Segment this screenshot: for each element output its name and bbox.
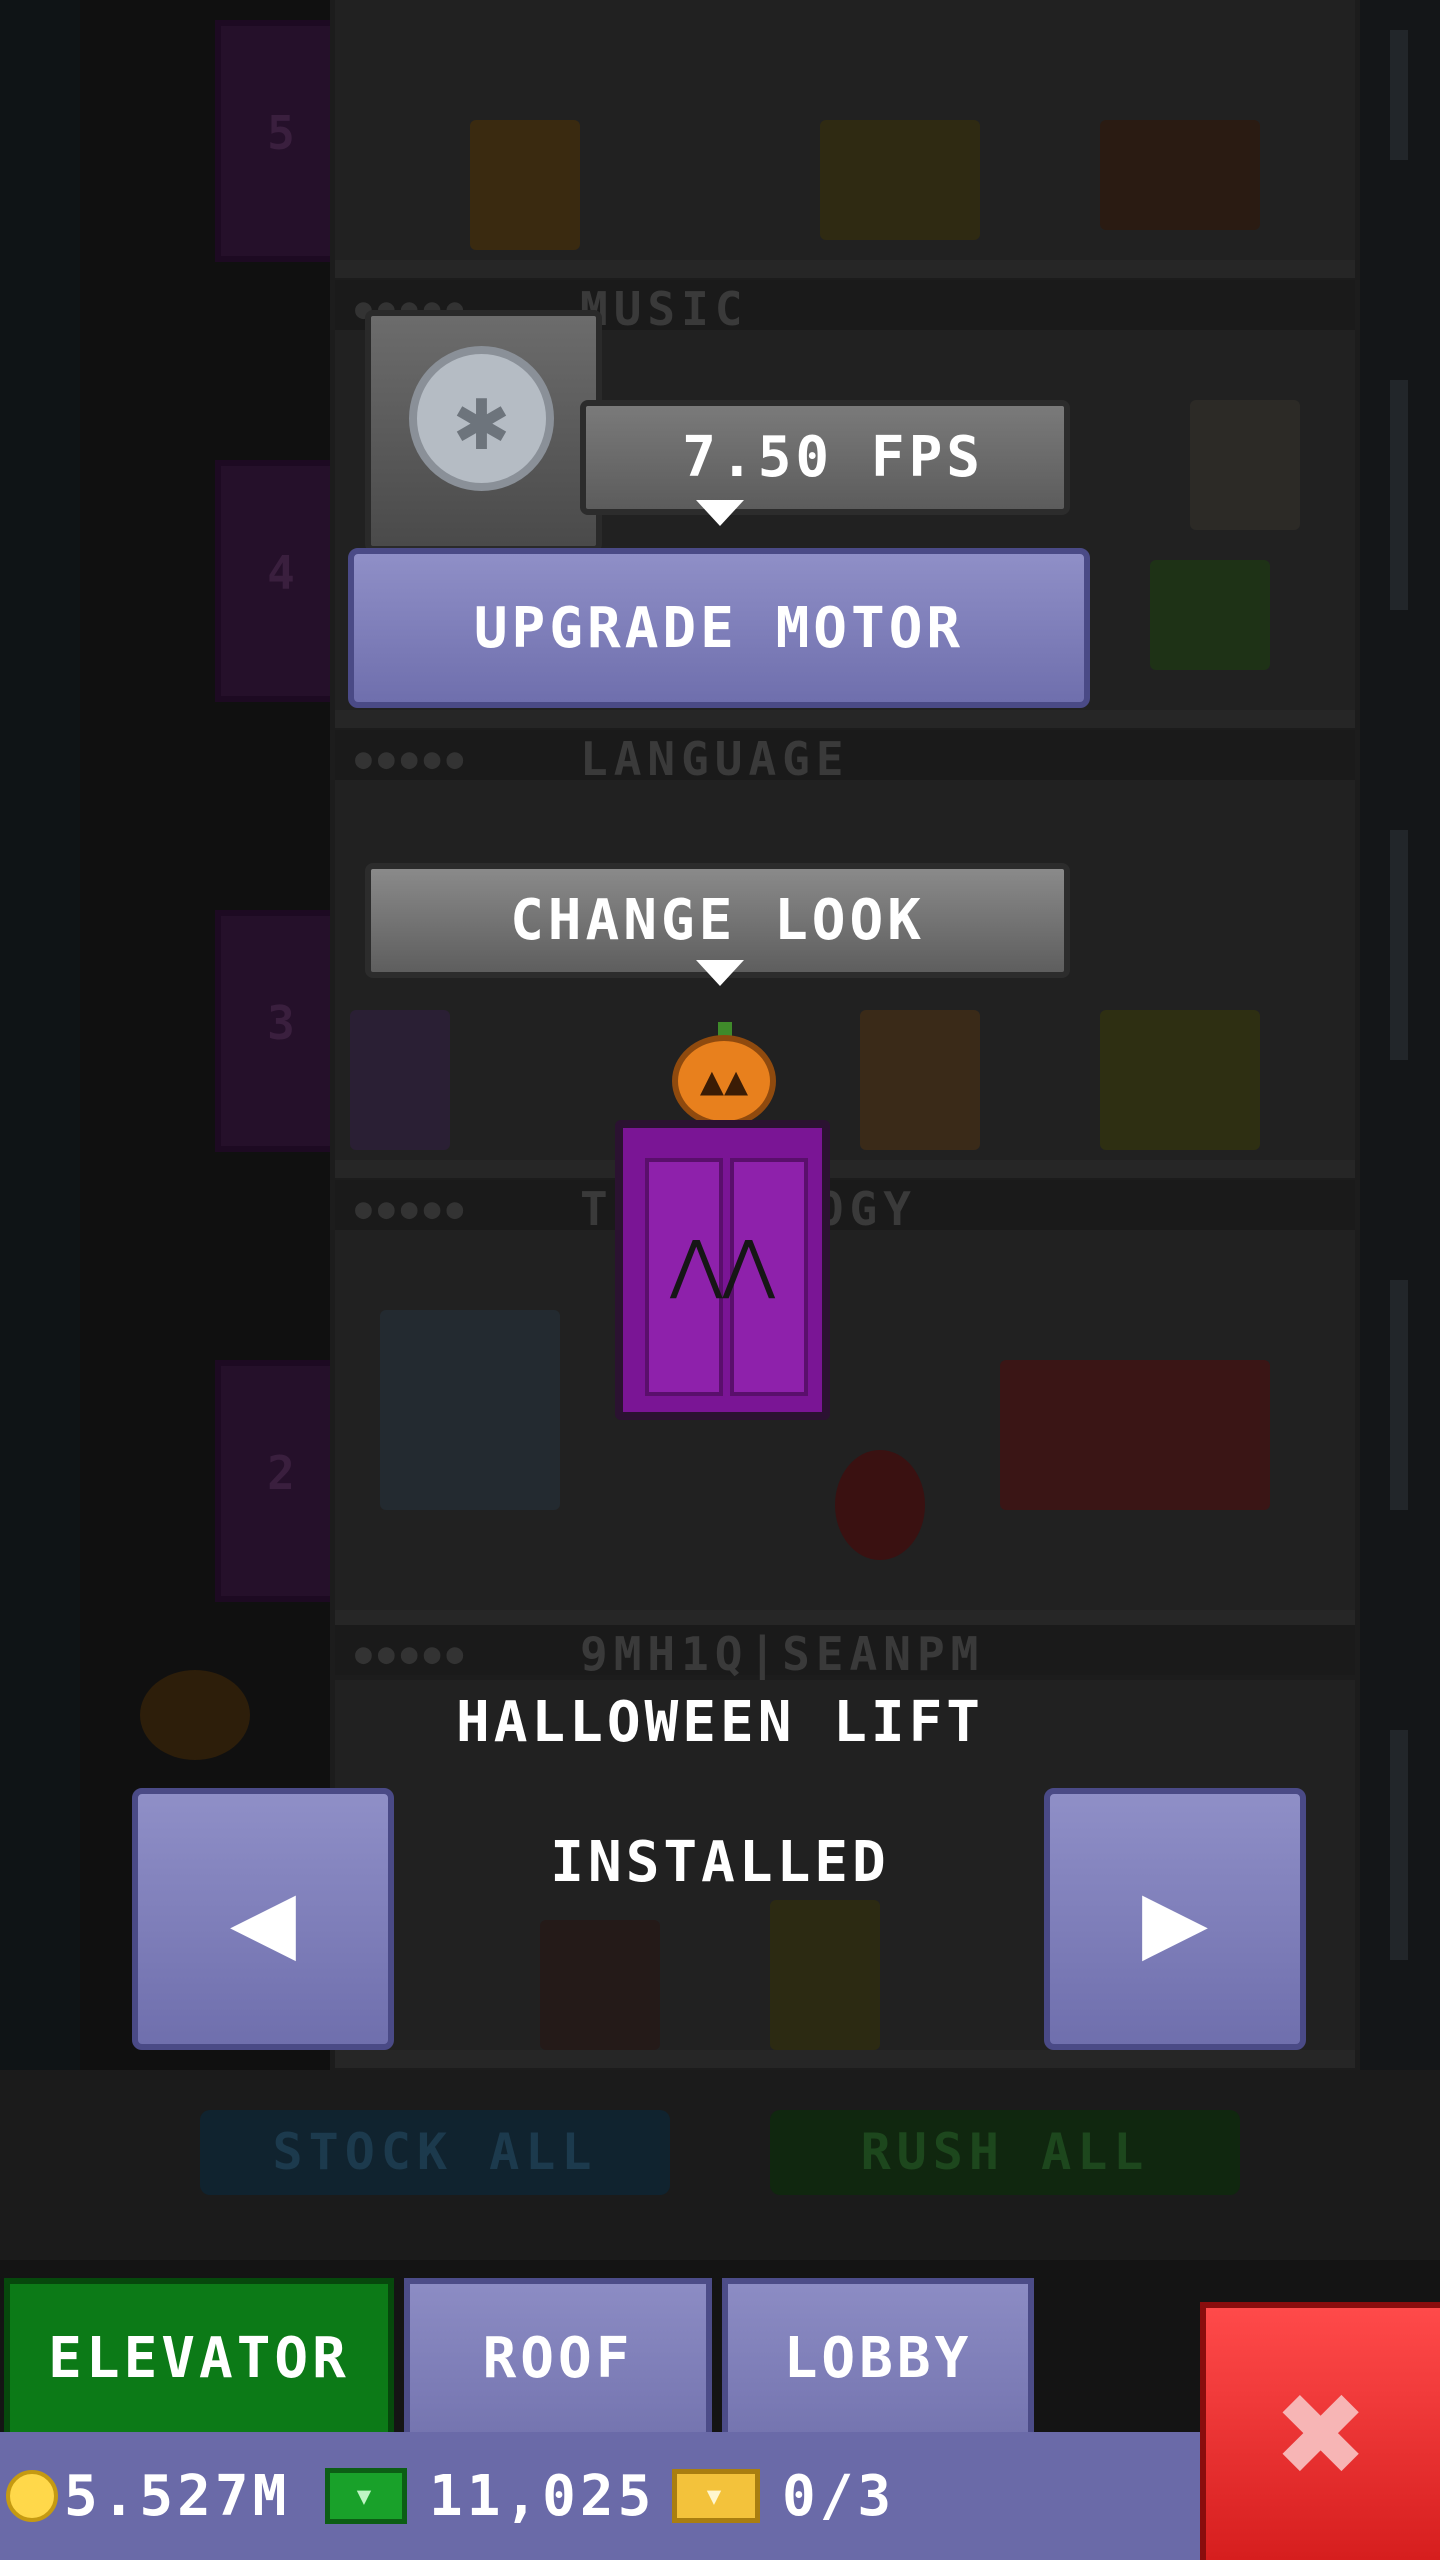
bitizen xyxy=(1150,560,1270,670)
floor-header: ●●●●● LANGUAGE xyxy=(335,730,1355,786)
furniture xyxy=(820,120,980,240)
arrow-left-icon: ◀ xyxy=(229,1855,297,1983)
coin-value: 5.527M xyxy=(64,2463,291,2529)
bux-stat: ▼ 11,025 xyxy=(325,2432,655,2560)
tab-lobby[interactable]: LOBBY xyxy=(722,2278,1034,2438)
bitizen xyxy=(470,120,580,250)
bux-value: 11,025 xyxy=(429,2463,656,2529)
upgrade-motor-button[interactable]: UPGRADE MOTOR xyxy=(348,548,1090,708)
next-look-button[interactable]: ▶ xyxy=(1044,1788,1306,2050)
bitizen xyxy=(540,1920,660,2050)
close-button[interactable]: ✖ xyxy=(1200,2302,1440,2560)
motor-wheel: ✱ xyxy=(409,346,554,491)
floor-header: ●●●●● TECHNOLOGY xyxy=(335,1180,1355,1236)
bitizen xyxy=(1100,1010,1260,1150)
floor-number: 4 xyxy=(267,546,295,600)
arrow-right-icon: ▶ xyxy=(1141,1855,1209,1983)
ticket-stat: ▼ 0/3 xyxy=(672,2432,895,2560)
tab-elevator[interactable]: ELEVATOR xyxy=(4,2278,394,2438)
shaft-door-floor-5: 5 xyxy=(215,20,347,262)
furniture xyxy=(1190,400,1300,530)
shaft-door-floor-3: 3 xyxy=(215,910,347,1152)
furniture xyxy=(1100,120,1260,230)
decor xyxy=(835,1450,925,1560)
coin-stat: 5.527M xyxy=(6,2432,290,2560)
coin-icon xyxy=(6,2470,58,2522)
tab-roof[interactable]: ROOF xyxy=(404,2278,712,2438)
floor-header: ●●●●● 9MH1Q|SEANPM xyxy=(335,1625,1355,1681)
bitizen xyxy=(770,1900,880,2050)
elevator-shaft: 5 4 3 2 xyxy=(80,0,347,2070)
pointer-down-icon xyxy=(696,960,744,986)
floor-name: LANGUAGE xyxy=(580,732,850,786)
pumpkin-icon: ▲▲ xyxy=(672,1035,776,1127)
shelf xyxy=(380,1310,560,1510)
speed-readout: 7.50 FPS xyxy=(580,400,1070,515)
previous-look-button[interactable]: ◀ xyxy=(132,1788,394,2050)
shaft-door-floor-2: 2 xyxy=(215,1360,347,1602)
close-icon: ✖ xyxy=(1277,2347,1369,2521)
floor-number: 3 xyxy=(267,996,295,1050)
floor-name: MUSIC xyxy=(580,282,749,336)
shaft-door-floor-4: 4 xyxy=(215,460,347,702)
bitizen xyxy=(860,1010,980,1150)
stock-all-button: STOCK ALL xyxy=(200,2110,670,2195)
vip-ticket-icon: ▼ xyxy=(672,2469,760,2523)
left-wall xyxy=(0,0,80,2070)
rush-all-button: RUSH ALL xyxy=(770,2110,1240,2195)
bitizen xyxy=(350,1010,450,1150)
motor-icon: ✱ xyxy=(365,310,602,552)
floor-number: 5 xyxy=(267,106,295,160)
halloween-lift-preview: ⋀⋀ xyxy=(615,1120,830,1420)
floor-number: 2 xyxy=(267,1446,295,1500)
right-wall xyxy=(1360,0,1440,2070)
lift-name: HALLOWEEN LIFT xyxy=(455,1690,984,1755)
bat-icon: ⋀⋀ xyxy=(670,1228,775,1302)
pointer-down-icon xyxy=(696,500,744,526)
monitor xyxy=(1000,1360,1270,1510)
floor-name: 9MH1Q|SEANPM xyxy=(580,1627,985,1681)
tab-bar: ELEVATOR ROOF LOBBY xyxy=(0,2278,1200,2438)
tower-bux-icon: ▼ xyxy=(325,2468,407,2524)
ticket-value: 0/3 xyxy=(782,2463,896,2529)
